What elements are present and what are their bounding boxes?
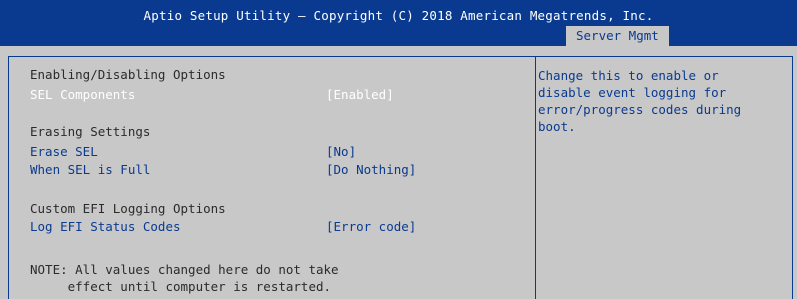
when-sel-full-label: When SEL is Full xyxy=(30,162,151,177)
tab-server-mgmt[interactable]: Server Mgmt xyxy=(566,26,669,46)
app-title: Aptio Setup Utility – Copyright (C) 2018… xyxy=(143,8,654,23)
section-erasing-settings: Erasing Settings xyxy=(30,124,151,139)
when-sel-full-value[interactable]: [Do Nothing] xyxy=(326,162,416,178)
erase-sel-label: Erase SEL xyxy=(30,144,98,159)
restart-note: NOTE: All values changed here do not tak… xyxy=(30,262,339,294)
sel-components-value[interactable]: [Enabled] xyxy=(326,87,394,103)
section-enabling-disabling: Enabling/Disabling Options xyxy=(30,67,226,82)
log-efi-status-value[interactable]: [Error code] xyxy=(326,219,416,235)
log-efi-status-label: Log EFI Status Codes xyxy=(30,219,181,234)
section-custom-efi-logging: Custom EFI Logging Options xyxy=(30,201,226,216)
erase-sel-value[interactable]: [No] xyxy=(326,144,356,160)
bios-screen: Aptio Setup Utility – Copyright (C) 2018… xyxy=(0,0,797,299)
sel-components-label: SEL Components xyxy=(30,87,136,102)
panel-divider xyxy=(535,56,536,299)
help-text: Change this to enable or disable event l… xyxy=(538,68,742,134)
header-bar: Aptio Setup Utility – Copyright (C) 2018… xyxy=(0,0,797,46)
